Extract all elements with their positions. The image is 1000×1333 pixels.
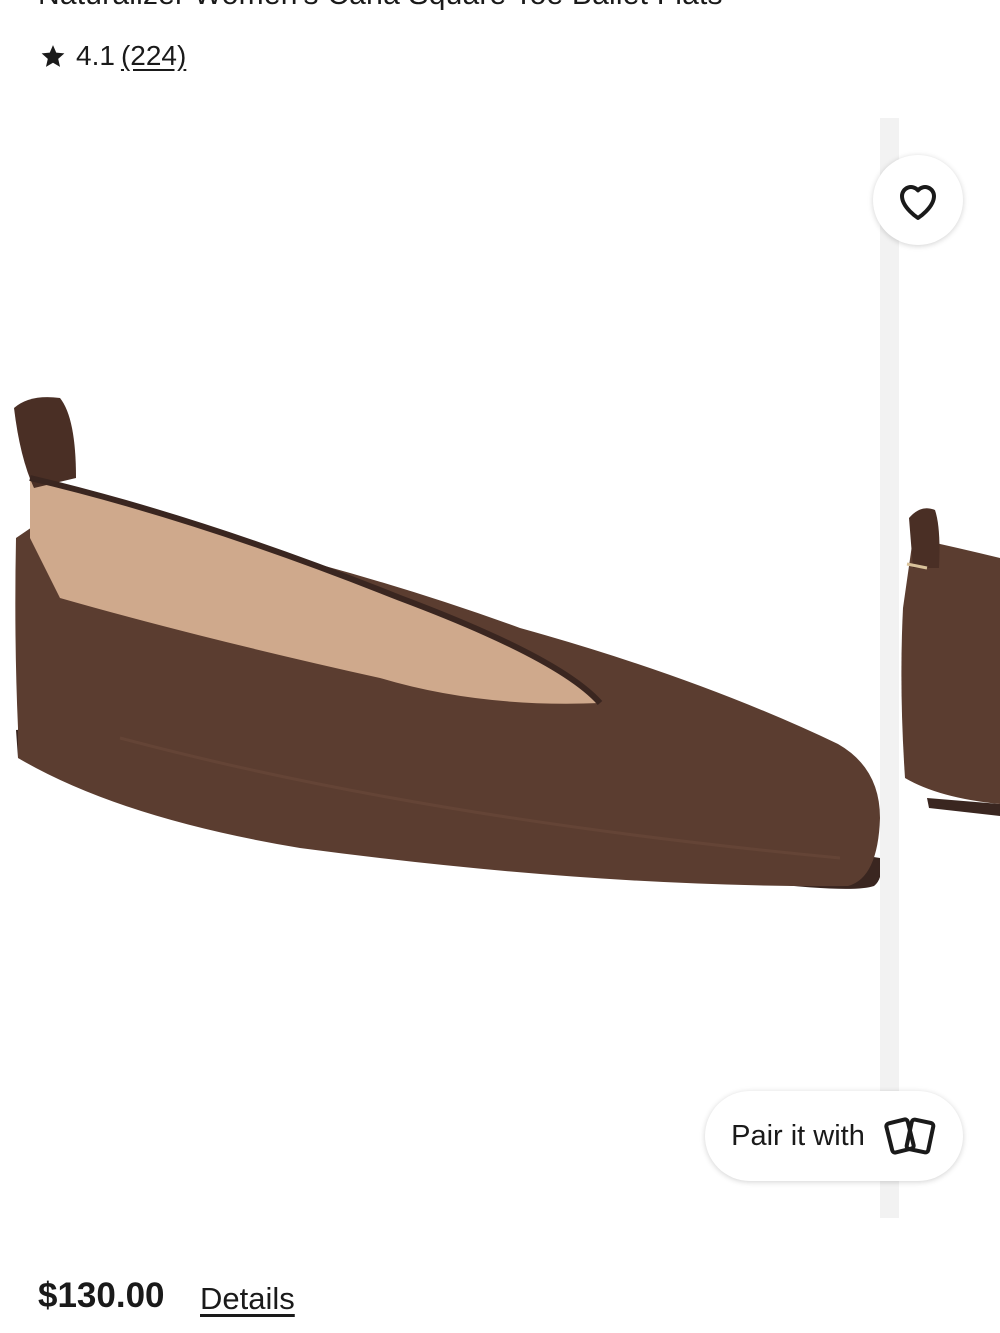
pair-it-with-label: Pair it with xyxy=(731,1119,865,1152)
rating-score: 4.1 xyxy=(76,40,115,71)
details-link[interactable]: Details xyxy=(200,1281,295,1317)
product-price: $130.00 xyxy=(38,1276,165,1315)
review-count-link[interactable]: (224) xyxy=(121,40,186,72)
rating-row: 4.1 (224) xyxy=(40,40,186,72)
next-product-image[interactable] xyxy=(899,118,1000,1218)
cards-icon xyxy=(884,1117,936,1155)
product-title: Naturalizer Women's Carla Square Toe Bal… xyxy=(38,0,723,12)
favorite-button[interactable] xyxy=(873,155,963,245)
product-image[interactable] xyxy=(0,118,882,1218)
product-image-carousel[interactable] xyxy=(0,118,1000,1218)
star-icon xyxy=(41,45,65,67)
heart-icon xyxy=(900,185,936,220)
pair-it-with-button[interactable]: Pair it with xyxy=(705,1091,963,1181)
carousel-gap xyxy=(880,118,899,1218)
